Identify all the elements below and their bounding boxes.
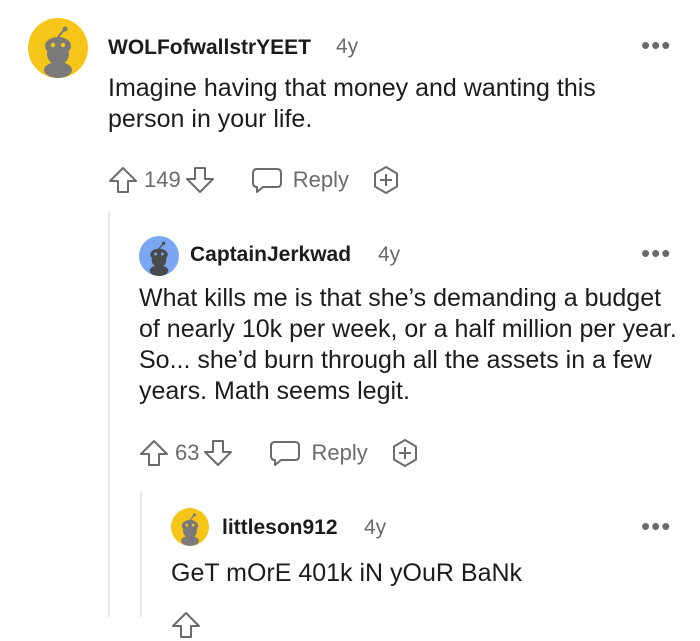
comment-actions <box>171 609 201 641</box>
comment-age: 4y <box>336 35 359 58</box>
comment-age: 4y <box>364 516 387 539</box>
reply-button[interactable]: Reply <box>269 438 368 468</box>
avatar[interactable] <box>28 18 88 78</box>
award-icon[interactable] <box>390 438 420 468</box>
thread-line-level-2[interactable] <box>140 492 142 617</box>
snoo-avatar-icon <box>28 18 88 78</box>
comment-bubble-icon <box>251 168 282 193</box>
more-options-icon[interactable]: ••• <box>641 32 671 58</box>
avatar[interactable] <box>139 236 179 276</box>
more-options-icon[interactable]: ••• <box>641 513 671 539</box>
comment-actions: 149 Reply <box>108 164 401 196</box>
reply-button[interactable]: Reply <box>251 165 349 195</box>
upvote-icon[interactable] <box>108 165 138 195</box>
comment-actions: 63 Reply <box>139 437 420 469</box>
comment-author[interactable]: WOLFofwallstrYEET <box>108 36 311 60</box>
thread-line-level-1[interactable] <box>108 212 110 617</box>
downvote-icon[interactable] <box>185 165 215 195</box>
vote-count: 63 <box>175 440 200 465</box>
reply-label: Reply <box>292 167 349 192</box>
upvote-icon[interactable] <box>171 610 201 640</box>
more-options-icon[interactable]: ••• <box>641 240 671 266</box>
snoo-avatar-icon <box>139 236 179 276</box>
comment-bubble-icon <box>270 441 301 466</box>
comment-author[interactable]: littleson912 <box>222 516 338 540</box>
comment-age: 4y <box>378 243 401 266</box>
comment-body: Imagine having that money and wanting th… <box>108 74 596 133</box>
upvote-icon[interactable] <box>139 438 169 468</box>
downvote-icon[interactable] <box>203 438 233 468</box>
avatar[interactable] <box>171 508 209 546</box>
comment-body: What kills me is that she’s demanding a … <box>139 284 677 405</box>
comment-author[interactable]: CaptainJerkwad <box>190 243 351 267</box>
reply-label: Reply <box>311 440 368 465</box>
snoo-avatar-icon <box>171 508 209 546</box>
award-icon[interactable] <box>371 165 401 195</box>
comment-body: GeT mOrE 401k iN yOuR BaNk <box>171 559 523 587</box>
vote-count: 149 <box>144 167 181 192</box>
